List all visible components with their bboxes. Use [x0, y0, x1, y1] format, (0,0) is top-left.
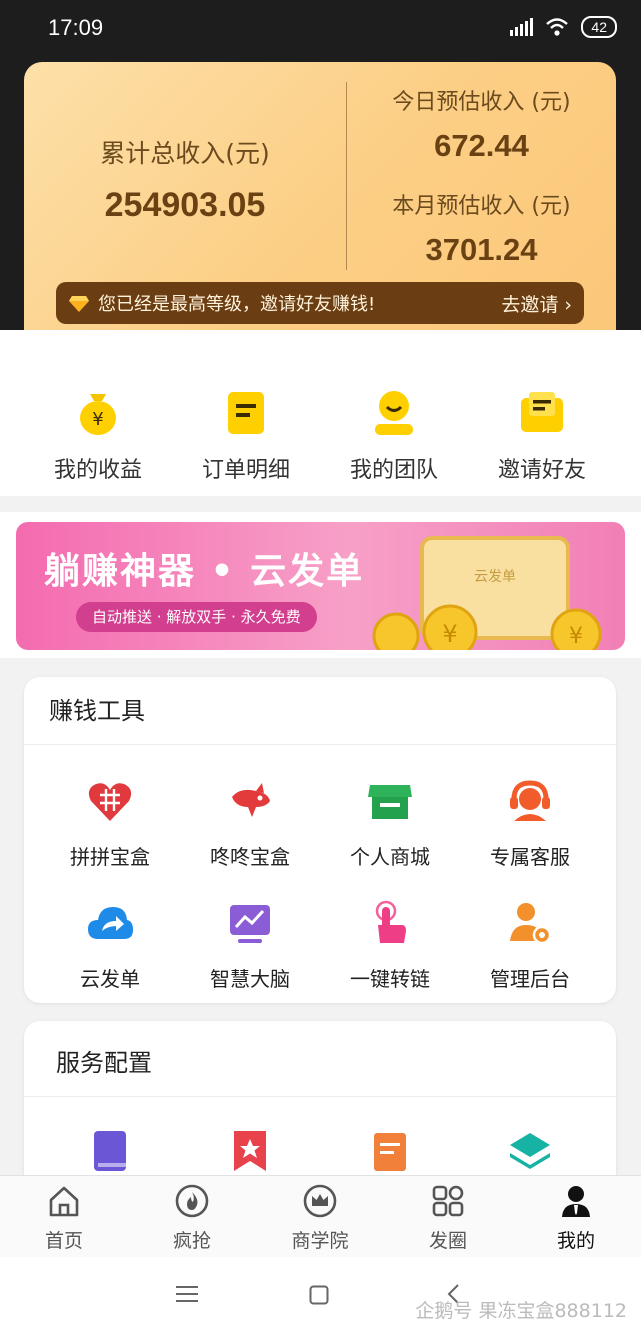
money-bag-icon: ¥ [80, 394, 116, 435]
status-icons: 42 [510, 16, 617, 38]
home-icon [49, 1186, 79, 1217]
svg-text:¥: ¥ [92, 409, 103, 430]
tool-store[interactable]: 个人商城 [316, 777, 464, 870]
user-icon [562, 1186, 590, 1217]
envelope-icon [521, 392, 563, 432]
tool-smart-brain[interactable]: 智慧大脑 [176, 899, 324, 992]
tool-label: 管理后台 [490, 967, 570, 991]
tab-label: 发圈 [428, 1230, 467, 1252]
bookmark-star-icon [234, 1131, 266, 1171]
tab-label: 首页 [44, 1230, 83, 1252]
wifi-icon [546, 18, 569, 36]
tab-label: 我的 [556, 1230, 595, 1252]
store-icon [368, 785, 412, 819]
month-income-value: 3701.24 [425, 232, 538, 267]
tool-customer-service[interactable]: 专属客服 [456, 777, 604, 870]
svg-text:¥: ¥ [442, 620, 457, 648]
team-icon [375, 391, 413, 435]
signal-icon [510, 18, 534, 36]
svg-text:¥: ¥ [569, 624, 583, 649]
quick-actions: ¥ 我的收益 订单明细 我的团队 邀请好友 [0, 330, 641, 496]
banner-subtitle: 自动推送 · 解放双手 · 永久免费 [76, 602, 317, 632]
quick-action-label: 邀请好友 [497, 458, 586, 483]
tool-label: 智慧大脑 [210, 967, 290, 991]
banner-section: 躺赚神器 • 云发单 自动推送 · 解放双手 · 永久免费 云发单 ¥ ¥ [0, 512, 641, 658]
today-income-value: 672.44 [434, 128, 529, 163]
book-icon [94, 1131, 126, 1171]
total-income-value: 254903.05 [104, 186, 266, 224]
tool-admin[interactable]: 管理后台 [456, 899, 604, 992]
grid-icon [432, 1185, 464, 1217]
battery-indicator: 42 [581, 16, 617, 38]
tool-dongdong[interactable]: 咚咚宝盒 [176, 777, 324, 870]
quick-action-label: 订单明细 [201, 458, 290, 483]
quick-action-team[interactable]: 我的团队 [314, 386, 474, 484]
status-bar: 17:09 42 [0, 0, 641, 56]
scroll-icon [374, 1133, 406, 1171]
tap-finger-icon [375, 900, 406, 943]
tool-label: 云发单 [80, 967, 140, 991]
tab-home[interactable]: 首页 [0, 1184, 128, 1253]
tool-label: 一键转链 [350, 967, 430, 991]
tool-cloud-post[interactable]: 云发单 [36, 899, 184, 992]
quick-action-label: 我的收益 [53, 458, 142, 483]
quick-action-earnings[interactable]: ¥ 我的收益 [18, 386, 178, 484]
clipboard-icon [228, 392, 264, 434]
tool-label: 个人商城 [350, 845, 430, 869]
total-income-label: 累计总收入(元) [100, 139, 270, 168]
tab-label: 商学院 [291, 1230, 349, 1252]
home-square-icon[interactable] [309, 1285, 329, 1305]
banner-title: 躺赚神器 • 云发单 [44, 551, 365, 592]
flame-icon [175, 1184, 209, 1218]
bottom-tab-bar: 首页 疯抢 商学院 发圈 我的 [0, 1175, 641, 1257]
chart-monitor-icon [230, 905, 270, 943]
watermark: 企鹅号 果冻宝盒888112 [415, 1300, 627, 1322]
menu-icon[interactable] [176, 1285, 198, 1303]
tool-one-click-link[interactable]: 一键转链 [316, 899, 464, 992]
tool-label: 专属客服 [490, 845, 570, 869]
tool-label: 拼拼宝盒 [70, 845, 150, 869]
cloud-share-icon [88, 907, 133, 939]
tab-flash-sale[interactable]: 疯抢 [128, 1184, 256, 1253]
earn-tools-card: 赚钱工具 拼拼宝盒 咚咚宝盒 个人商城 专属客服 云发单 智慧大脑 一键转链 管… [24, 677, 616, 1003]
tab-mine[interactable]: 我的 [512, 1184, 640, 1253]
layers-icon [510, 1133, 550, 1169]
today-income-label: 今日预估收入 (元) [392, 90, 571, 115]
jd-dog-icon [232, 783, 270, 817]
admin-gear-icon [510, 903, 552, 945]
services-title: 服务配置 [24, 1021, 616, 1097]
services-card: 服务配置 [24, 1021, 616, 1191]
quick-action-orders[interactable]: 订单明细 [166, 386, 326, 484]
quick-action-invite[interactable]: 邀请好友 [462, 386, 622, 484]
crown-icon [303, 1184, 337, 1218]
earn-tools-title: 赚钱工具 [24, 677, 616, 745]
quick-action-label: 我的团队 [349, 458, 438, 483]
total-income: 累计总收入(元) 254903.05 [24, 62, 346, 282]
tool-pinpin[interactable]: 拼拼宝盒 [36, 777, 184, 870]
coins-illustration: ¥ ¥ [372, 604, 602, 650]
tab-moments[interactable]: 发圈 [384, 1184, 512, 1253]
customer-service-icon [510, 780, 550, 821]
tool-label: 咚咚宝盒 [210, 845, 290, 869]
month-income-label: 本月预估收入 (元) [392, 194, 571, 219]
pinduoduo-heart-icon [88, 783, 132, 821]
promo-banner[interactable]: 躺赚神器 • 云发单 自动推送 · 解放双手 · 永久免费 云发单 ¥ ¥ [16, 522, 625, 650]
status-time: 17:09 [48, 15, 104, 40]
tab-academy[interactable]: 商学院 [256, 1184, 384, 1253]
banner-doc-label: 云发单 [474, 569, 516, 585]
tab-label: 疯抢 [172, 1230, 211, 1252]
